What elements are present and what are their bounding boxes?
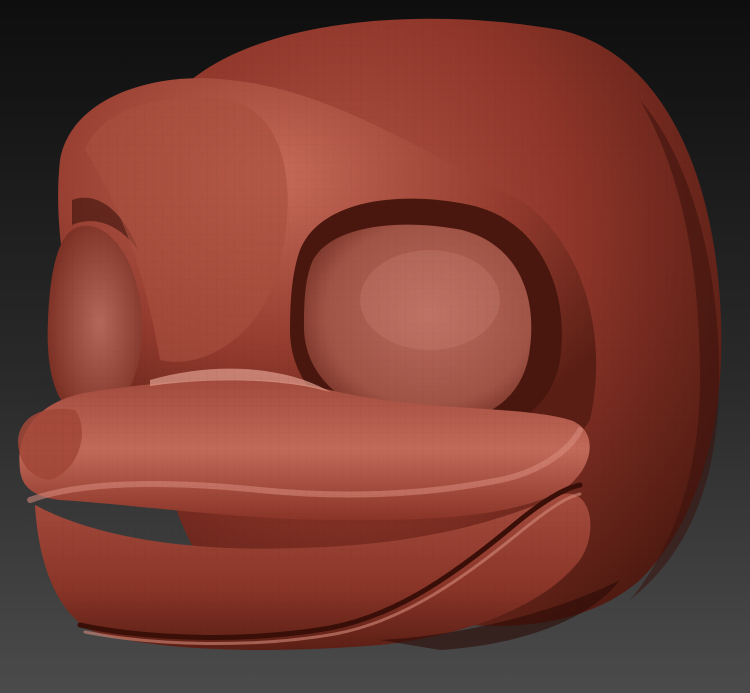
3d-viewport[interactable] <box>0 0 750 693</box>
mesh-overlay <box>21 18 722 651</box>
sculpt-canvas <box>0 0 750 693</box>
